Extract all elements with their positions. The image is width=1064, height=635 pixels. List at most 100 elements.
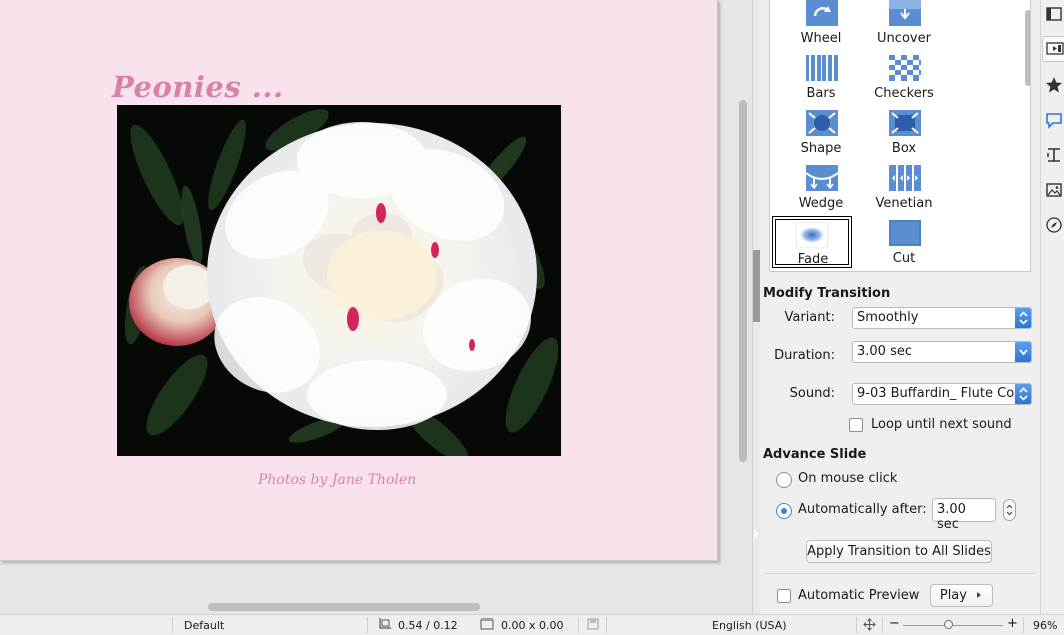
automatic-preview-label[interactable]: Automatic Preview (798, 588, 919, 603)
effect-label: Fade (797, 252, 829, 267)
fit-slide-icon[interactable] (863, 618, 876, 634)
bars-icon (806, 55, 838, 81)
slide-canvas[interactable]: Peonies ... Photos by Jane Tholen (0, 0, 718, 561)
status-separator (578, 617, 579, 633)
sound-select[interactable]: 9-03 Buffardin_ Flute Con (852, 383, 1032, 405)
play-button[interactable]: Play (930, 584, 993, 607)
size-icon (480, 617, 494, 633)
navigator-icon[interactable] (1045, 216, 1063, 234)
gallery-icon[interactable] (1045, 181, 1063, 199)
duration-label: Duration: (774, 348, 835, 363)
spin-updown-icon (1006, 504, 1013, 516)
effect-bars[interactable]: Bars (781, 55, 861, 107)
effect-label: Wedge (798, 196, 844, 211)
sidebar-tab-bar (1040, 0, 1064, 614)
effect-label: Checkers (874, 86, 934, 101)
status-separator (172, 617, 173, 633)
spin-updown-icon (1015, 384, 1031, 404)
effect-label: Box (891, 141, 917, 156)
effects-list-scrollbar[interactable] (1025, 10, 1030, 86)
on-mouse-click-label[interactable]: On mouse click (798, 471, 897, 486)
automatically-after-radio[interactable] (776, 503, 792, 519)
loop-sound-label[interactable]: Loop until next sound (871, 417, 1012, 432)
status-separator (606, 617, 607, 633)
effect-cut[interactable]: Cut (864, 220, 944, 271)
workspace-horizontal-scrollbar[interactable] (208, 603, 480, 611)
cut-icon (889, 220, 921, 246)
slide-transition-panel: Wheel Uncover Bars Checkers Shape Box We… (760, 0, 1040, 614)
slide-title[interactable]: Peonies ... (112, 70, 284, 104)
slide-caption[interactable]: Photos by Jane Tholen (258, 472, 416, 488)
slide-workspace[interactable]: Peonies ... Photos by Jane Tholen (0, 0, 752, 614)
status-separator (1023, 617, 1024, 633)
zoom-out-icon[interactable]: − (889, 616, 900, 631)
effect-shape[interactable]: Shape (781, 110, 861, 162)
panel-divider (763, 573, 1036, 574)
advance-slide-heading: Advance Slide (763, 447, 867, 462)
position-icon (378, 618, 391, 633)
uncover-icon (889, 0, 921, 26)
effect-label: Bars (806, 86, 836, 101)
zoom-in-icon[interactable]: + (1007, 616, 1018, 631)
animation-star-icon[interactable] (1045, 76, 1063, 94)
text-language[interactable]: English (USA) (712, 619, 787, 632)
status-bar: Default 0.54 / 0.12 0.00 x 0.00 English … (0, 614, 1064, 635)
sound-value: 9-03 Buffardin_ Flute Con (857, 386, 1023, 401)
zoom-slider-thumb[interactable] (944, 620, 953, 629)
play-triangle-icon (977, 592, 982, 598)
status-separator (856, 617, 857, 633)
duration-value: 3.00 sec (857, 344, 912, 359)
slide-transition-icon[interactable] (1042, 36, 1064, 62)
play-label: Play (939, 588, 967, 603)
wedge-icon (806, 165, 838, 191)
loop-sound-checkbox[interactable] (849, 418, 863, 432)
effect-box[interactable]: Box (864, 110, 944, 162)
peony-image (117, 105, 561, 456)
shape-icon (806, 110, 838, 136)
collapse-arrow-icon (754, 529, 759, 539)
workspace-vertical-scrollbar[interactable] (739, 100, 747, 462)
auto-advance-time-input[interactable]: 3.00 sec (932, 498, 996, 532)
zoom-slider[interactable] (903, 625, 1003, 626)
auto-advance-spin-button[interactable] (1003, 499, 1016, 521)
box-icon (889, 110, 921, 136)
automatic-preview-checkbox[interactable] (777, 589, 791, 603)
duration-combobox[interactable]: 3.00 sec (852, 341, 1032, 363)
transition-effects-list[interactable]: Wheel Uncover Bars Checkers Shape Box We… (769, 0, 1031, 272)
effect-label: Wheel (800, 31, 842, 46)
styles-icon[interactable] (1045, 146, 1063, 164)
effect-label: Uncover (877, 31, 931, 46)
venetian-icon (889, 165, 921, 191)
on-mouse-click-radio[interactable] (776, 472, 792, 488)
effect-wheel[interactable]: Wheel (781, 0, 861, 52)
effect-label: Venetian (875, 196, 933, 211)
apply-to-all-slides-button[interactable]: Apply Transition to All Slides (806, 540, 992, 563)
modify-transition-heading: Modify Transition (763, 286, 891, 301)
effect-uncover[interactable]: Uncover (864, 0, 944, 52)
variant-select[interactable]: Smoothly (852, 307, 1032, 329)
effect-label: Cut (892, 251, 916, 266)
zoom-level[interactable]: 96% (1033, 619, 1057, 632)
properties-icon[interactable] (1045, 5, 1063, 23)
peony-photo[interactable] (117, 105, 561, 456)
chevron-down-icon (1015, 342, 1031, 362)
sidebar-collapse-handle[interactable] (753, 250, 760, 539)
fade-icon (796, 222, 828, 248)
variant-label: Variant: (784, 310, 836, 325)
document-save-icon[interactable] (587, 618, 599, 633)
master-slides-icon[interactable] (1045, 111, 1063, 129)
automatically-after-label[interactable]: Automatically after: (798, 502, 927, 517)
object-size: 0.00 x 0.00 (501, 619, 564, 632)
status-separator (367, 617, 368, 633)
status-separator (882, 617, 883, 633)
spin-updown-icon (1015, 308, 1031, 328)
master-slide-name[interactable]: Default (184, 619, 224, 632)
sidebar-splitter[interactable] (752, 0, 760, 614)
wheel-icon (806, 0, 838, 26)
effect-venetian[interactable]: Venetian (864, 165, 944, 217)
effect-fade[interactable]: Fade (772, 216, 852, 268)
effect-checkers[interactable]: Checkers (864, 55, 944, 107)
variant-value: Smoothly (857, 310, 919, 325)
checkers-icon (889, 55, 921, 81)
effect-wedge[interactable]: Wedge (781, 165, 861, 217)
